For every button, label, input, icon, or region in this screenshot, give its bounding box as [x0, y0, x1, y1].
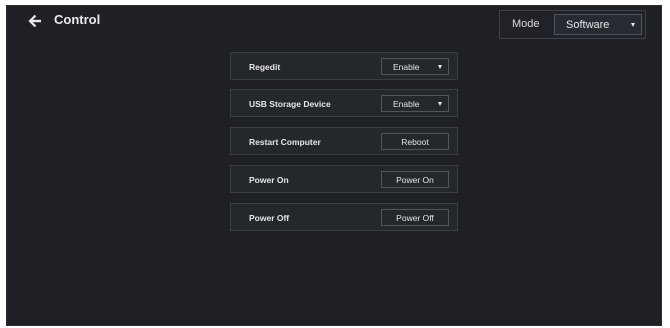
power-off-button[interactable]: Power Off	[381, 209, 449, 226]
setting-label-restart: Restart Computer	[249, 137, 321, 147]
usb-storage-select-value: Enable	[393, 99, 420, 109]
setting-row-usb-storage: USB Storage Device Enable	[230, 89, 458, 117]
mode-select-value: Software	[566, 19, 610, 31]
regedit-select[interactable]: Enable	[381, 58, 449, 75]
mode-panel: Mode Software	[499, 10, 646, 39]
usb-storage-select[interactable]: Enable	[381, 95, 449, 112]
setting-row-power-off: Power Off Power Off	[230, 203, 458, 231]
page-title: Control	[54, 12, 101, 27]
setting-row-regedit: Regedit Enable	[230, 52, 458, 80]
caret-down-icon	[438, 65, 442, 69]
mode-label: Mode	[512, 18, 540, 30]
caret-down-icon	[631, 23, 635, 27]
regedit-select-value: Enable	[393, 62, 420, 72]
back-button[interactable]	[27, 13, 43, 29]
caret-down-icon	[438, 102, 442, 106]
power-on-button-label: Power On	[396, 175, 434, 185]
setting-label-usb-storage: USB Storage Device	[249, 99, 331, 109]
reboot-button-label: Reboot	[401, 137, 429, 147]
setting-row-power-on: Power On Power On	[230, 165, 458, 193]
power-off-button-label: Power Off	[396, 213, 434, 223]
setting-row-restart: Restart Computer Reboot	[230, 127, 458, 155]
setting-label-power-on: Power On	[249, 175, 289, 185]
setting-label-power-off: Power Off	[249, 213, 290, 223]
reboot-button[interactable]: Reboot	[381, 133, 449, 150]
arrow-left-icon	[28, 14, 41, 28]
mode-select[interactable]: Software	[554, 14, 642, 35]
control-screen: Control Mode Software Regedit Enable USB…	[6, 5, 662, 326]
power-on-button[interactable]: Power On	[381, 171, 449, 188]
setting-label-regedit: Regedit	[249, 62, 281, 72]
